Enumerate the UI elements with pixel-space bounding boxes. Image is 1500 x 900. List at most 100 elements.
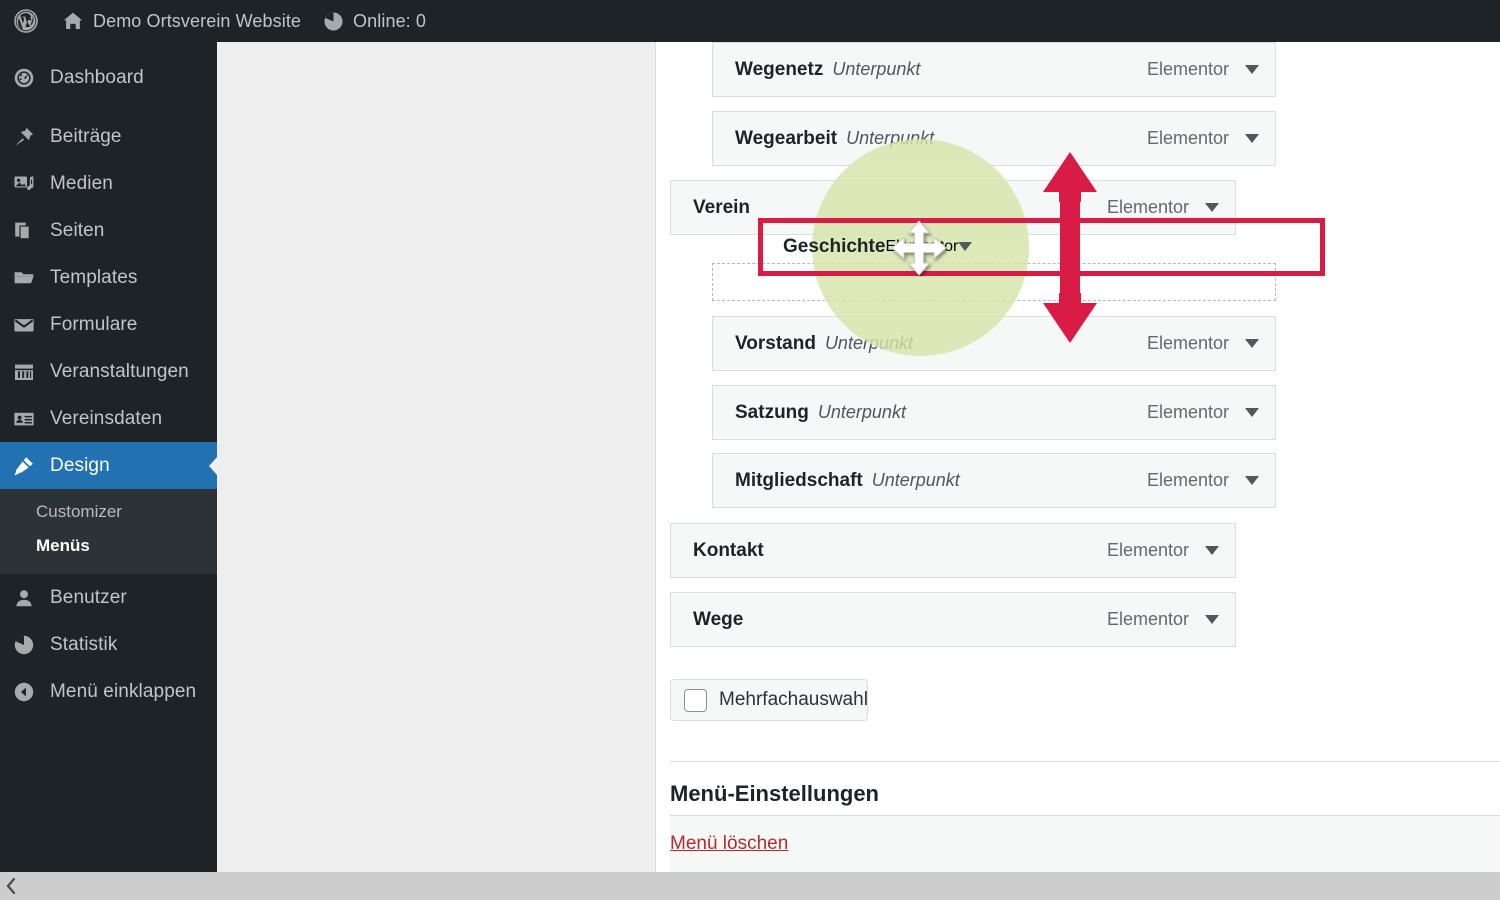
menu-row-title: Kontakt <box>693 539 764 561</box>
sidebar-item-veranstaltungen[interactable]: Veranstaltungen <box>0 348 217 395</box>
sidebar-item-label: Veranstaltungen <box>50 360 189 382</box>
chevron-down-icon[interactable] <box>1229 339 1275 348</box>
sidebar-item-label: Design <box>50 454 110 476</box>
menu-editor-panel: Wegenetz Unterpunkt Elementor Wegearbeit… <box>656 42 1500 872</box>
bulk-select-checkbox[interactable] <box>684 688 707 712</box>
dragged-row-title: Geschichte <box>783 236 886 257</box>
admin-bar: Demo Ortsverein Website Online: 0 <box>0 0 1500 42</box>
design-submenu: Customizer Menüs <box>0 489 217 574</box>
pie-chart-icon <box>13 634 45 656</box>
sidebar-item-formulare[interactable]: Formulare <box>0 301 217 348</box>
menu-row-source: Elementor <box>1146 402 1229 422</box>
menu-row-title: Verein <box>693 196 751 218</box>
sidebar-item-vereinsdaten[interactable]: Vereinsdaten <box>0 395 217 442</box>
sidebar-item-label: Seiten <box>50 219 105 241</box>
bulk-select-button[interactable]: Mehrfachauswahl <box>670 679 868 721</box>
id-card-icon <box>13 408 45 430</box>
calendar-icon <box>13 361 45 383</box>
menu-row-wegenetz[interactable]: Wegenetz Unterpunkt Elementor <box>712 42 1276 97</box>
chevron-down-icon[interactable] <box>1229 476 1275 485</box>
sidebar-separator <box>0 103 217 113</box>
sidebar-item-templates[interactable]: Templates <box>0 254 217 301</box>
wordpress-logo-button[interactable] <box>0 0 51 42</box>
sidebar-item-menu-einklappen[interactable]: Menü einklappen <box>0 668 217 715</box>
wordpress-icon <box>14 9 38 33</box>
sidebar-item-label: Templates <box>50 266 138 288</box>
paintbrush-icon <box>13 455 45 477</box>
app-root: Demo Ortsverein Website Online: 0 Dashbo… <box>0 0 1500 900</box>
sidebar-item-benutzer[interactable]: Benutzer <box>0 574 217 621</box>
chevron-down-icon[interactable] <box>1229 408 1275 417</box>
site-name-label: Demo Ortsverein Website <box>93 10 302 31</box>
menu-row-kontakt[interactable]: Kontakt Elementor <box>670 523 1236 578</box>
sidebar-item-label: Statistik <box>50 633 118 655</box>
menu-row-type: Unterpunkt <box>824 333 913 353</box>
chevron-down-icon[interactable] <box>958 238 973 256</box>
menu-row-source: Elementor <box>1146 470 1229 490</box>
menu-row-title: Wegearbeit <box>735 127 838 149</box>
dragged-menu-row-geschichte[interactable]: Geschichte Elementor <box>763 223 1320 271</box>
home-icon <box>62 10 84 32</box>
sidebar-item-label: Medien <box>50 172 113 194</box>
sidebar-item-design[interactable]: Design <box>0 442 217 489</box>
pages-icon <box>13 220 45 242</box>
media-icon <box>13 173 45 195</box>
settings-divider <box>670 761 1500 762</box>
sidebar-item-label: Beiträge <box>50 125 122 147</box>
submenu-item-customizer[interactable]: Customizer <box>0 495 217 529</box>
menu-row-wege[interactable]: Wege Elementor <box>670 592 1236 647</box>
menu-row-mitgliedschaft[interactable]: Mitgliedschaft Unterpunkt Elementor <box>712 453 1276 508</box>
sidebar-item-statistik[interactable]: Statistik <box>0 621 217 668</box>
left-panel-area <box>217 42 656 872</box>
admin-sidebar: Dashboard Beiträge Medien Seiten Templat… <box>0 42 217 872</box>
bulk-select-label: Mehrfachauswahl <box>719 689 868 710</box>
user-icon <box>13 587 45 609</box>
sidebar-item-seiten[interactable]: Seiten <box>0 207 217 254</box>
sidebar-item-label: Vereinsdaten <box>50 407 163 429</box>
menu-row-source: Elementor <box>1146 128 1229 148</box>
sidebar-item-beitraege[interactable]: Beiträge <box>0 113 217 160</box>
menu-row-satzung[interactable]: Satzung Unterpunkt Elementor <box>712 385 1276 440</box>
menu-row-title: Satzung <box>735 401 809 423</box>
folder-icon <box>13 267 45 289</box>
scrollbar-thumb[interactable] <box>22 872 642 900</box>
menu-row-type: Unterpunkt <box>871 470 960 490</box>
menu-row-wegearbeit[interactable]: Wegearbeit Unterpunkt Elementor <box>712 111 1276 166</box>
chevron-down-icon[interactable] <box>1229 134 1275 143</box>
submenu-item-menues[interactable]: Menüs <box>0 529 217 563</box>
chevron-left-icon[interactable] <box>0 872 22 900</box>
sidebar-item-label: Benutzer <box>50 586 127 608</box>
sidebar-item-label: Formulare <box>50 313 138 335</box>
menu-row-title: Mitgliedschaft <box>735 469 863 491</box>
chevron-down-icon[interactable] <box>1189 615 1235 624</box>
menu-row-source: Elementor <box>1106 609 1189 629</box>
delete-menu-link[interactable]: Menü löschen <box>670 833 788 855</box>
horizontal-scrollbar[interactable] <box>0 872 1500 900</box>
menu-row-title: Vorstand <box>735 332 816 354</box>
envelope-icon <box>13 314 45 336</box>
chevron-down-icon[interactable] <box>1189 546 1235 555</box>
pin-icon <box>13 126 45 148</box>
sidebar-item-medien[interactable]: Medien <box>0 160 217 207</box>
menu-row-source: Elementor <box>1146 333 1229 353</box>
online-count-button[interactable]: Online: 0 <box>312 0 437 42</box>
menu-row-source: Elementor <box>1106 540 1189 560</box>
menu-row-title: Wegenetz <box>735 58 824 80</box>
online-count-label: Online: 0 <box>353 10 426 31</box>
sidebar-item-dashboard[interactable]: Dashboard <box>0 53 217 103</box>
settings-heading: Menü-Einstellungen <box>670 781 879 806</box>
menu-row-type: Unterpunkt <box>817 402 906 422</box>
menu-row-source: Elementor <box>1106 197 1189 217</box>
menu-row-title: Wege <box>693 608 744 630</box>
chevron-down-icon[interactable] <box>1229 65 1275 74</box>
menu-row-source: Elementor <box>1146 59 1229 79</box>
site-name-button[interactable]: Demo Ortsverein Website <box>51 0 312 42</box>
sidebar-item-label: Dashboard <box>50 67 144 88</box>
dragged-row-source: Elementor <box>885 238 959 255</box>
settings-panel <box>670 815 1500 872</box>
sidebar-item-label: Menü einklappen <box>50 680 197 702</box>
menu-row-type: Unterpunkt <box>832 59 921 79</box>
menu-row-vorstand[interactable]: Vorstand Unterpunkt Elementor <box>712 316 1276 371</box>
collapse-arrow-icon <box>13 681 45 703</box>
chevron-down-icon[interactable] <box>1189 203 1235 212</box>
